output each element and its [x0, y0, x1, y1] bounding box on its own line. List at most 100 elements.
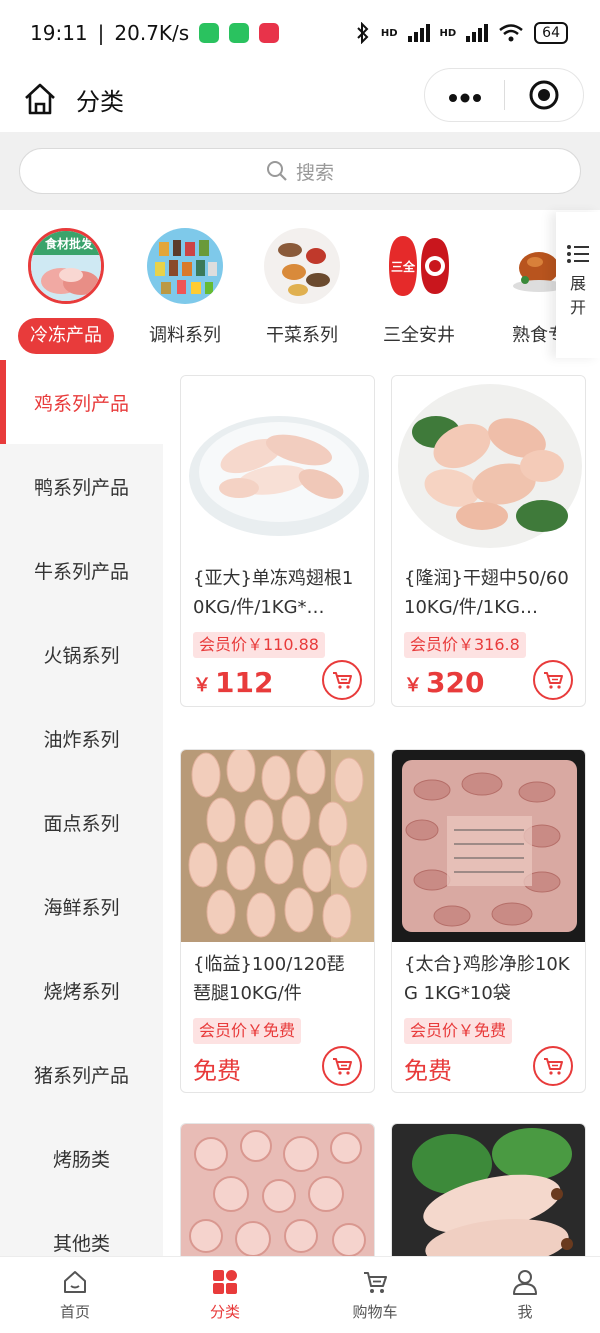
product-card[interactable]: {太合}鸡胗净胗10KG 1KG*10袋 会员价￥免费 免费 [391, 749, 586, 1093]
home-outline-icon [25, 83, 55, 115]
add-to-cart-button[interactable] [533, 1046, 573, 1086]
product-price: 免费 [404, 1056, 452, 1085]
category-label: 冷冻产品 [18, 318, 114, 354]
miniprogram-capsule [424, 68, 584, 122]
wifi-icon [499, 24, 523, 42]
product-card[interactable] [180, 1123, 375, 1256]
add-to-cart-button[interactable] [322, 660, 362, 700]
bluetooth-icon [357, 22, 369, 44]
category-label: 干菜系列 [266, 325, 338, 346]
tab-label: 我 [517, 1303, 533, 1321]
product-price: 免费 [193, 1056, 241, 1085]
sidebar-item-other[interactable]: 其他类 [0, 1200, 163, 1256]
sidebar-item-fried[interactable]: 油炸系列 [0, 696, 163, 780]
expand-label: 展开 [569, 274, 586, 317]
search-placeholder: 搜索 [295, 161, 334, 184]
member-price-tag: 会员价￥110.88 [193, 632, 325, 658]
product-price: 320 [426, 665, 485, 699]
svg-text:食材批发: 食材批发 [44, 236, 94, 251]
cart-icon [544, 1058, 563, 1075]
price-row: 免费 [181, 1044, 374, 1092]
signal-label-2: HD [439, 27, 457, 39]
sidebar-item-chicken[interactable]: 鸡系列产品 [0, 360, 163, 444]
status-left: 19:11 | 20.7K/s [30, 21, 280, 45]
category-label: 三全安井 [383, 325, 455, 346]
add-to-cart-button[interactable] [322, 1046, 362, 1086]
xiaohongshu-icon [259, 23, 280, 43]
category-item-dried[interactable]: 干菜系列 [243, 228, 361, 354]
product-card[interactable]: {亚大}单冻鸡翅根10KG/件/1KG*… 会员价￥110.88 ￥ 112 [180, 375, 375, 707]
nav-bar: 分类 [0, 66, 600, 132]
sidebar-item-pastry[interactable]: 面点系列 [0, 780, 163, 864]
price-row: 免费 [392, 1044, 585, 1092]
cart-icon [333, 672, 352, 689]
cart-icon [364, 1272, 387, 1293]
sidebar-item-pork[interactable]: 猪系列产品 [0, 1032, 163, 1116]
tab-cart[interactable]: 购物车 [300, 1257, 450, 1333]
tab-label: 购物车 [352, 1303, 398, 1321]
product-grid: {亚大}单冻鸡翅根10KG/件/1KG*… 会员价￥110.88 ￥ 112 {… [163, 360, 600, 1256]
network-speed: 20.7K/s [114, 21, 190, 45]
product-card[interactable]: {隆润}干翅中50/60 10KG/件/1KG… 会员价￥316.8 ￥ 320 [391, 375, 586, 707]
product-name: {太合}鸡胗净胗10KG 1KG*10袋 [404, 954, 570, 1004]
target-icon [529, 80, 559, 110]
tab-me[interactable]: 我 [450, 1257, 600, 1333]
product-card[interactable]: {临益}100/120琵琶腿10KG/件 会员价￥免费 免费 [180, 749, 375, 1093]
signal-icon-2 [466, 24, 489, 42]
signal-icon [407, 24, 430, 42]
product-name: {隆润}干翅中50/60 10KG/件/1KG… [404, 568, 569, 618]
category-icon [213, 1270, 237, 1294]
tab-category[interactable]: 分类 [150, 1257, 300, 1333]
signal-label-1: HD [380, 27, 398, 39]
product-image [392, 1124, 585, 1256]
seasoning-category-icon [147, 228, 223, 304]
product-image [392, 376, 585, 556]
add-to-cart-button[interactable] [533, 660, 573, 700]
sidebar-item-bbq[interactable]: 烧烤系列 [0, 948, 163, 1032]
sidebar-item-hotpot[interactable]: 火锅系列 [0, 612, 163, 696]
product-name: {临益}100/120琵琶腿10KG/件 [193, 954, 345, 1004]
sidebar-item-sausage[interactable]: 烤肠类 [0, 1116, 163, 1200]
member-price-tag: 会员价￥316.8 [404, 632, 526, 658]
product-price: 112 [215, 665, 274, 699]
status-bar: 19:11 | 20.7K/s HD HD 64 [0, 0, 600, 66]
cart-icon [544, 672, 563, 689]
cart-icon [333, 1058, 352, 1075]
sidebar-item-duck[interactable]: 鸭系列产品 [0, 444, 163, 528]
list-icon [567, 245, 589, 263]
member-price-tag: 会员价￥免费 [193, 1018, 302, 1044]
category-item-frozen[interactable]: 食材批发 冷冻产品 [7, 228, 125, 354]
category-row: 食材批发 冷冻产品 调料系列 干菜系列 三全 三全安井 熟食专 展开 [0, 210, 600, 360]
frozen-category-icon: 食材批发 [28, 228, 104, 304]
svg-text:三全: 三全 [391, 259, 416, 274]
more-button[interactable] [425, 80, 504, 110]
search-input[interactable]: 搜索 [19, 148, 581, 194]
battery-indicator: 64 [534, 22, 568, 44]
status-divider: | [97, 21, 105, 45]
home-button[interactable] [22, 81, 58, 117]
more-dots-icon [448, 93, 481, 103]
phone-icon [229, 23, 250, 43]
price-row: ￥ 112 [181, 658, 374, 706]
currency-symbol: ￥ [193, 675, 211, 696]
search-icon [266, 161, 287, 181]
close-miniprogram-button[interactable] [505, 79, 583, 111]
page-title: 分类 [76, 87, 124, 116]
expand-categories-button[interactable]: 展开 [556, 212, 600, 358]
category-item-seasoning[interactable]: 调料系列 [126, 228, 244, 354]
tab-label: 首页 [59, 1303, 90, 1321]
product-name: {亚大}单冻鸡翅根10KG/件/1KG*… [193, 568, 354, 618]
home-icon [64, 1271, 86, 1293]
category-label: 调料系列 [149, 325, 221, 346]
sidebar-item-beef[interactable]: 牛系列产品 [0, 528, 163, 612]
user-icon [513, 1270, 537, 1295]
category-item-sanquan-anjing[interactable]: 三全 三全安井 [360, 228, 478, 354]
search-area: 搜索 [0, 132, 600, 210]
product-image [181, 1124, 374, 1256]
product-card[interactable] [391, 1123, 586, 1256]
tab-home[interactable]: 首页 [0, 1257, 150, 1333]
tab-label: 分类 [209, 1303, 240, 1321]
sidebar-item-seafood[interactable]: 海鲜系列 [0, 864, 163, 948]
subcategory-sidebar: 鸡系列产品 鸭系列产品 牛系列产品 火锅系列 油炸系列 面点系列 海鲜系列 烧烤… [0, 360, 163, 1256]
product-image [181, 376, 374, 556]
